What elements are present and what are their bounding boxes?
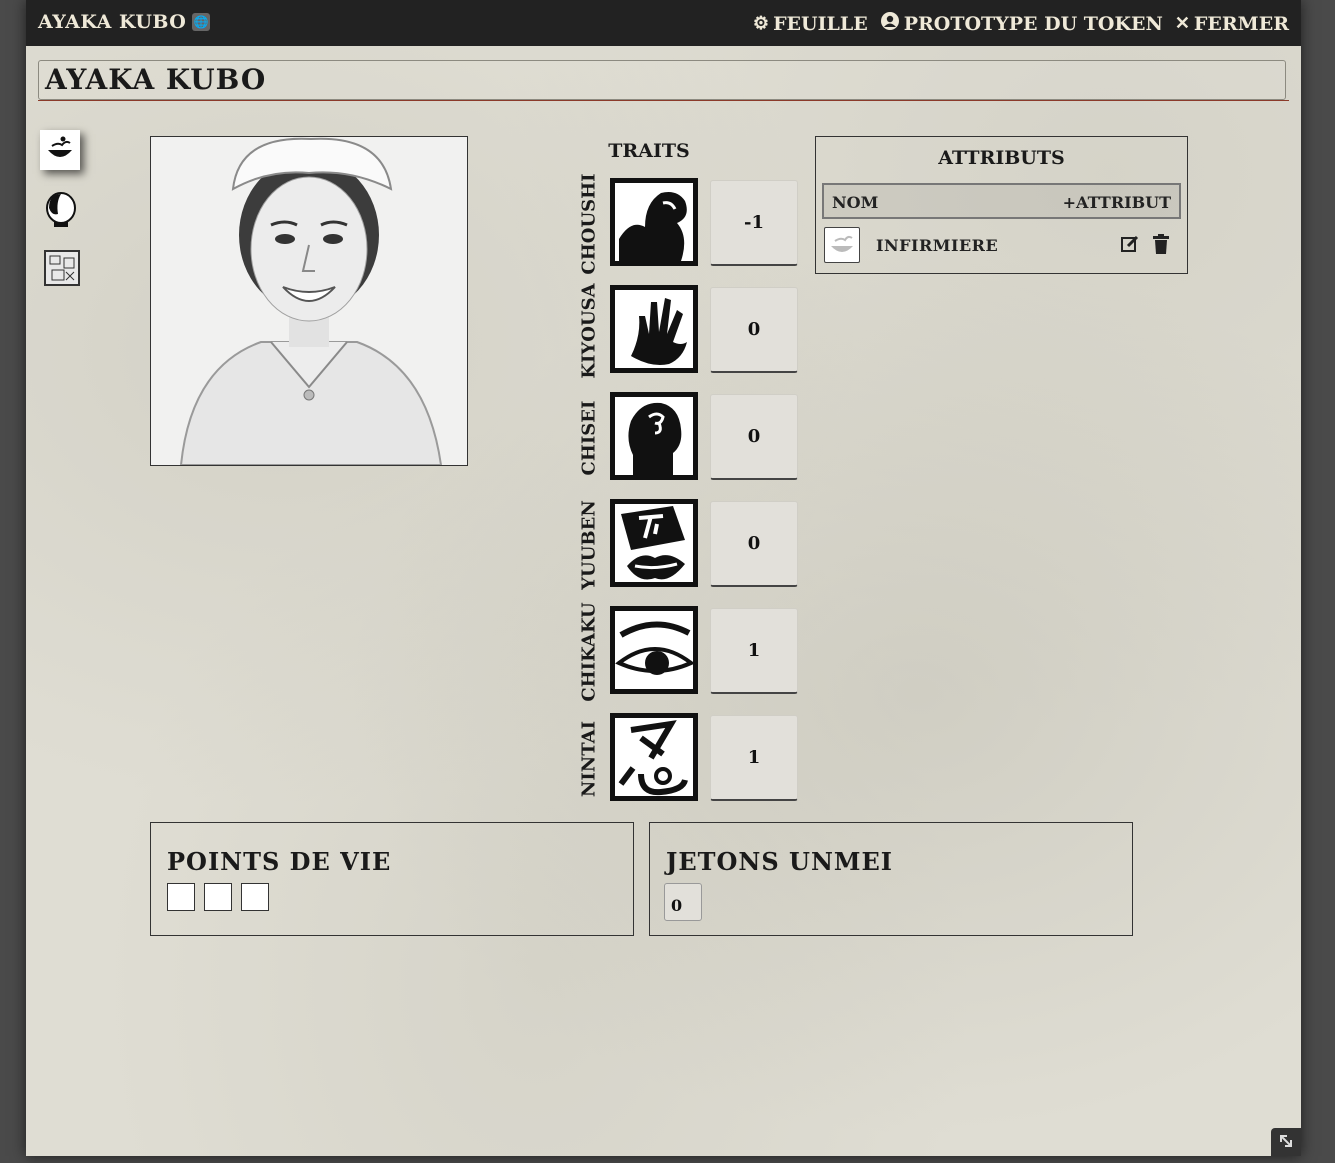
health-title: POINTS DE VIE — [167, 847, 392, 876]
character-portrait[interactable] — [150, 136, 468, 466]
tab-mask[interactable] — [40, 188, 80, 228]
hand-icon — [610, 285, 698, 373]
character-sheet-window: AYAKA KUBO 🌐 ⚙ FEUILLE PROTOTYPE DU TOKEN… — [26, 0, 1301, 1156]
arm-icon — [610, 178, 698, 266]
token-prototype-label: PROTOTYPE DU TOKEN — [903, 12, 1163, 35]
unmei-tokens-input[interactable]: 0 — [664, 883, 702, 921]
window-actions: ⚙ FEUILLE PROTOTYPE DU TOKEN ✕ FERMER — [753, 11, 1289, 36]
trait-label: NINTAI — [578, 720, 600, 798]
trait-value-input[interactable]: 0 — [710, 501, 798, 587]
window-titlebar: AYAKA KUBO 🌐 ⚙ FEUILLE PROTOTYPE DU TOKEN… — [26, 0, 1301, 46]
tab-notes[interactable] — [40, 246, 80, 286]
header-divider — [38, 100, 1289, 101]
trait-row-chisei: CHISEI 0 — [574, 392, 802, 484]
attributes-panel: ATTRIBUTS NOM +ATTRIBUT INFIRMIERE — [815, 136, 1188, 274]
trait-value-input[interactable]: 0 — [710, 394, 798, 480]
character-name-input[interactable]: AYAKA KUBO — [45, 63, 266, 96]
sheet-config-label: FEUILLE — [773, 12, 868, 35]
attribute-item: INFIRMIERE — [822, 227, 1181, 263]
close-button[interactable]: ✕ FERMER — [1175, 11, 1289, 36]
trait-label: KIYOUSA — [578, 283, 600, 379]
attributes-header: NOM +ATTRIBUT — [822, 183, 1181, 219]
user-circle-icon — [880, 11, 900, 36]
eye-icon — [610, 606, 698, 694]
trait-value-input[interactable]: 1 — [710, 715, 798, 801]
trait-row-yuuben: YUUBEN 0 — [574, 499, 802, 591]
health-checkbox[interactable] — [167, 883, 195, 911]
unmei-tokens-title: JETONS UNMEI — [666, 847, 893, 876]
trait-label: CHOUSHI — [578, 173, 600, 275]
bowl-icon[interactable] — [824, 227, 860, 263]
trait-row-kiyousa: KIYOUSA 0 — [574, 283, 802, 379]
attribute-name: INFIRMIERE — [876, 236, 999, 255]
close-icon: ✕ — [1174, 13, 1190, 34]
mask-icon — [46, 192, 76, 227]
bowl-icon — [48, 136, 72, 157]
health-checkbox[interactable] — [204, 883, 232, 911]
close-label: FERMER — [1193, 12, 1289, 35]
sheet-tabs — [40, 130, 88, 304]
attributes-title: ATTRIBUTS — [938, 147, 1065, 169]
tab-profile[interactable] — [40, 130, 80, 170]
trait-value-input[interactable]: 1 — [710, 608, 798, 694]
token-prototype-button[interactable]: PROTOTYPE DU TOKEN — [880, 11, 1163, 36]
health-checkbox[interactable] — [241, 883, 269, 911]
trait-row-chikaku: CHIKAKU 1 — [574, 602, 802, 702]
trait-value-input[interactable]: -1 — [710, 180, 798, 266]
character-name-header: AYAKA KUBO — [38, 60, 1286, 100]
trait-label: CHISEI — [578, 400, 600, 476]
head-icon — [610, 392, 698, 480]
trait-label: CHIKAKU — [578, 602, 600, 702]
window-title: AYAKA KUBO 🌐 — [38, 11, 211, 33]
trash-icon[interactable] — [1153, 234, 1169, 258]
trait-label: YUUBEN — [578, 500, 600, 590]
window-title-text: AYAKA KUBO — [38, 11, 187, 33]
edit-icon[interactable] — [1121, 235, 1139, 257]
add-attribute-button[interactable]: +ATTRIBUT — [1063, 193, 1171, 212]
health-panel: POINTS DE VIE — [150, 822, 634, 936]
window-resize-handle[interactable] — [1271, 1128, 1301, 1156]
globe-icon[interactable]: 🌐 — [192, 13, 211, 31]
attributes-column-name: NOM — [832, 193, 879, 212]
unmei-tokens-panel: JETONS UNMEI 0 — [649, 822, 1133, 936]
kanji-icon — [610, 713, 698, 801]
gear-icon: ⚙ — [752, 13, 770, 34]
scroll-icon — [44, 250, 80, 286]
mouth-icon — [610, 499, 698, 587]
trait-row-nintai: NINTAI 1 — [574, 713, 802, 805]
trait-value-input[interactable]: 0 — [710, 287, 798, 373]
trait-row-choushi: CHOUSHI -1 — [574, 173, 802, 275]
traits-title: TRAITS — [608, 140, 690, 162]
sheet-config-button[interactable]: ⚙ FEUILLE — [753, 11, 868, 36]
